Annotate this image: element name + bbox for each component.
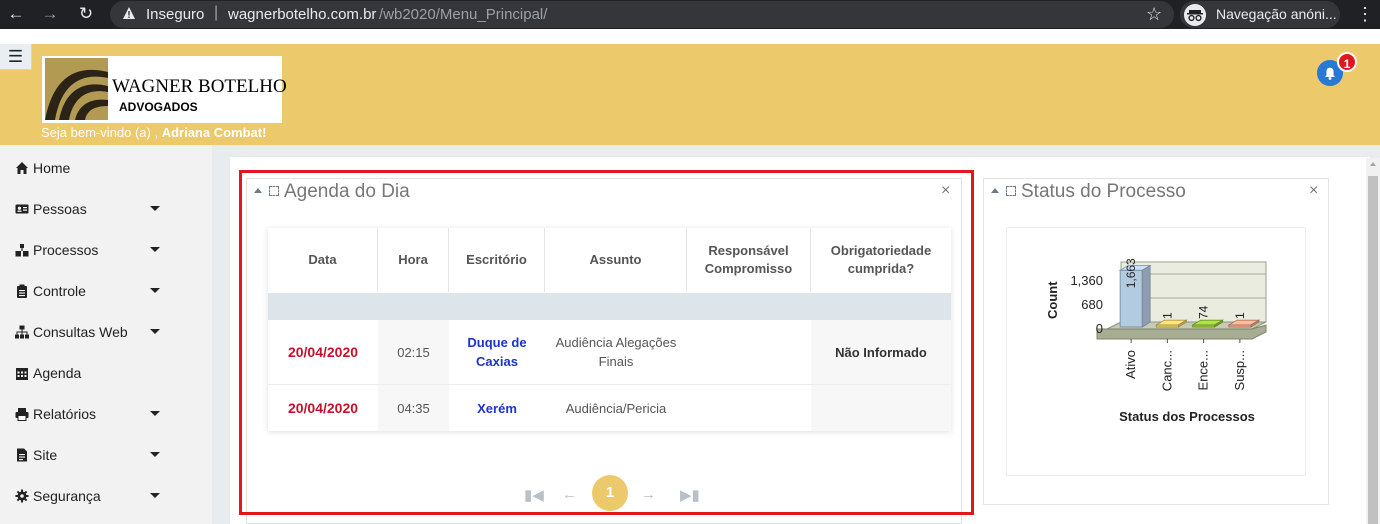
back-arrow-icon[interactable]: ← — [6, 4, 26, 24]
collapse-icon[interactable] — [991, 188, 999, 193]
sidebar-item-label: Relatórios — [33, 406, 97, 422]
network-icon — [15, 325, 29, 339]
expand-icon[interactable] — [1006, 186, 1016, 196]
warning-icon — [123, 7, 135, 19]
logo-mark-icon — [45, 58, 108, 120]
caret-down-icon — [150, 288, 160, 293]
company-logo: WAGNER BOTELHO ADVOGADOS — [42, 56, 287, 123]
chart-x-tick-label: Canc... — [1159, 350, 1174, 391]
file-icon — [17, 448, 27, 462]
logo-subtitle: ADVOGADOS — [119, 100, 198, 114]
chart-y-axis-label: Count — [1045, 281, 1060, 319]
sidebar-item-label: Pessoas — [33, 201, 87, 217]
sidebar-nav: Home Pessoas Processos Controle Consulta… — [0, 145, 212, 524]
chart-x-tick-label: Susp... — [1232, 350, 1247, 390]
sidebar-item-label: Agenda — [33, 365, 82, 381]
clipboard-icon — [17, 284, 27, 298]
status-chart: 1,360 680 0 Count 1,663 Ativo 1 Canc... 74 Ence..… — [1006, 227, 1306, 476]
chart-x-axis-label: Status dos Processos — [1119, 409, 1255, 424]
sidebar-item-label: Home — [33, 160, 71, 176]
sidebar-item-consultas-web[interactable]: Consultas Web — [0, 311, 212, 352]
address-bar[interactable]: Inseguro | wagnerbotelho.com.br /wb2020/… — [110, 1, 1174, 28]
sidebar-item-controle[interactable]: Controle — [0, 270, 212, 311]
url-separator: | — [214, 4, 219, 21]
sitemap-icon — [15, 244, 29, 257]
incognito-label: Navegação anóni... — [1216, 6, 1337, 22]
printer-icon — [15, 408, 29, 421]
calendar-icon — [16, 368, 28, 380]
sidebar-item-label: Site — [33, 447, 58, 463]
logo-title: WAGNER BOTELHO — [112, 76, 287, 97]
chart-y-tick-label: 0 — [1096, 321, 1103, 336]
sidebar-item-relatorios[interactable]: Relatórios — [0, 393, 212, 434]
chart-y-tick-label: 1,360 — [1070, 273, 1103, 288]
highlight-frame — [239, 170, 974, 515]
sidebar-item-home[interactable]: Home — [0, 147, 212, 188]
sidebar-item-label: Controle — [33, 283, 86, 299]
scrollbar-thumb[interactable] — [1368, 176, 1378, 524]
insecure-label: Inseguro — [146, 6, 205, 23]
sidebar-item-seguranca[interactable]: Segurança — [0, 475, 212, 516]
browser-menu-icon[interactable]: ⋮ — [1356, 4, 1374, 25]
url-domain: wagnerbotelho.com.br — [228, 6, 377, 23]
chart-data-label: 1 — [1160, 312, 1174, 319]
chart-data-label: 1 — [1233, 312, 1247, 319]
sidebar-item-processos[interactable]: Processos — [0, 229, 212, 270]
welcome-message: Seja bem-vindo (a) , Adriana Combat! — [41, 125, 266, 140]
close-icon[interactable]: × — [1309, 182, 1318, 200]
bookmark-star-icon[interactable]: ☆ — [1146, 4, 1162, 25]
sidebar-item-label: Consultas Web — [33, 324, 128, 340]
gear-icon — [15, 489, 29, 503]
browser-toolbar: ← → ↻ Inseguro | wagnerbotelho.com.br /w… — [0, 0, 1380, 29]
welcome-prefix: Seja bem-vindo (a) , — [41, 125, 159, 140]
chart-bar — [1192, 324, 1216, 328]
notification-count-badge: 1 — [1337, 52, 1357, 72]
caret-down-icon — [150, 206, 160, 211]
sidebar-item-site[interactable]: Site — [0, 434, 212, 475]
status-title: Status do Processo — [1021, 181, 1186, 202]
page-scrollbar[interactable] — [1366, 158, 1380, 524]
chart-x-tick-label: Ence... — [1196, 350, 1211, 390]
app-header: ☰ WAGNER BOTELHO ADVOGADOS Seja bem-vind… — [0, 44, 1380, 145]
chart-bar — [1155, 324, 1179, 328]
caret-down-icon — [150, 493, 160, 498]
user-name: Adriana Combat! — [161, 125, 267, 140]
chart-x-tick-label: Ativo — [1123, 350, 1138, 379]
chart-data-label: 1,663 — [1124, 258, 1138, 288]
home-icon — [16, 162, 28, 174]
reload-icon[interactable]: ↻ — [76, 4, 96, 24]
id-card-icon — [15, 204, 29, 214]
hamburger-menu-icon[interactable]: ☰ — [0, 44, 32, 70]
caret-down-icon — [150, 329, 160, 334]
chart-y-tick-label: 680 — [1081, 297, 1103, 312]
chart-bar — [1228, 324, 1252, 328]
sidebar-item-agenda[interactable]: Agenda — [0, 352, 212, 393]
caret-down-icon — [150, 452, 160, 457]
incognito-profile[interactable]: Navegação anóni... — [1180, 1, 1340, 28]
scroll-up-arrow-icon[interactable] — [1370, 162, 1376, 166]
caret-down-icon — [150, 247, 160, 252]
incognito-icon — [1184, 4, 1206, 26]
chart-bar-side — [1141, 264, 1151, 328]
chart-data-label: 74 — [1197, 305, 1211, 319]
sidebar-item-label: Processos — [33, 242, 99, 258]
caret-down-icon — [150, 411, 160, 416]
forward-arrow-icon[interactable]: → — [40, 4, 60, 24]
url-path: /wb2020/Menu_Principal/ — [379, 6, 548, 23]
sidebar-item-label: Segurança — [33, 488, 101, 504]
status-chart-svg: 1,360 680 0 Count 1,663 Ativo 1 Canc... 74 Ence..… — [1045, 258, 1267, 424]
sidebar-item-pessoas[interactable]: Pessoas — [0, 188, 212, 229]
